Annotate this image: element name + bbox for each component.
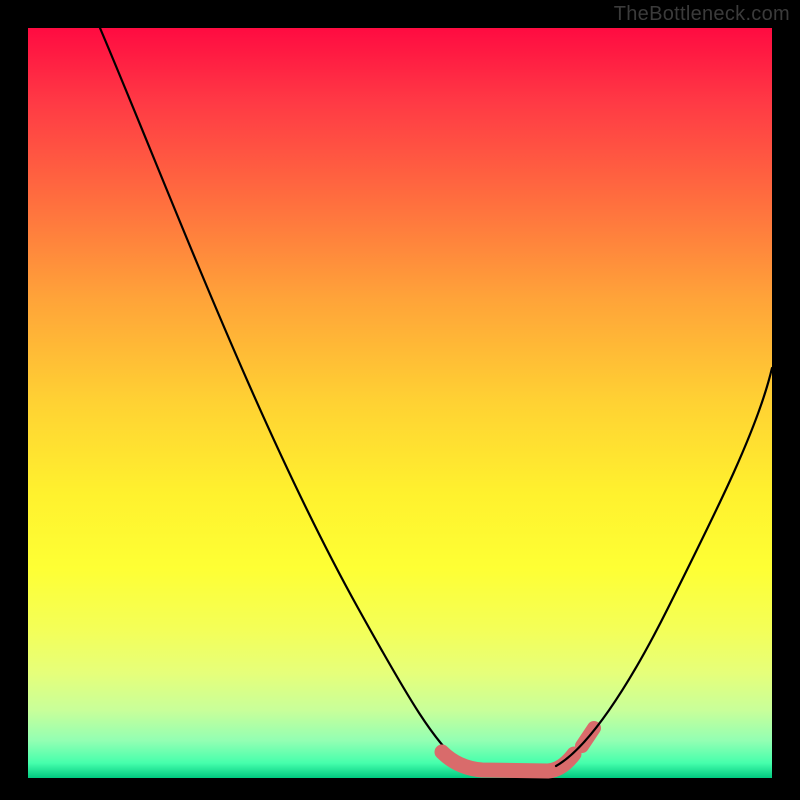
- bottom-highlight-curve: [442, 752, 574, 771]
- plot-area: [28, 28, 772, 778]
- left-curve: [100, 28, 464, 766]
- watermark-text: TheBottleneck.com: [614, 3, 790, 26]
- chart-svg: [28, 28, 772, 778]
- chart-stage: TheBottleneck.com: [0, 0, 800, 800]
- right-curve: [556, 368, 772, 766]
